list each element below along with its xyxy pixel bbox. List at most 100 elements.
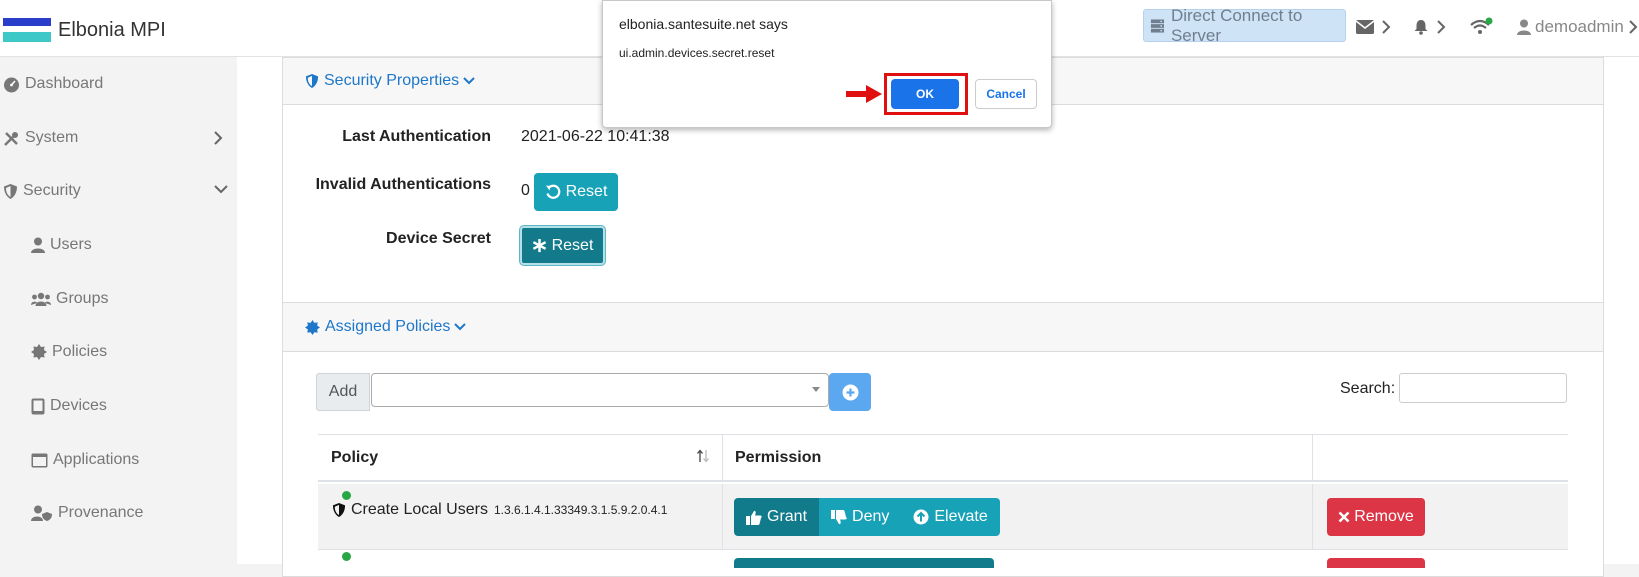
last-authentication-label: Last Authentication — [342, 128, 491, 145]
thumbs-down-icon — [831, 509, 847, 524]
bell-icon — [1414, 20, 1428, 35]
invalid-authentications-label: Invalid Authentications — [315, 176, 491, 193]
chevron-down-icon — [454, 323, 467, 331]
button-label: Grant — [767, 508, 808, 525]
server-icon — [1150, 18, 1165, 33]
close-icon — [1338, 511, 1350, 523]
undo-icon — [545, 184, 560, 199]
sidebar-item-groups[interactable]: Groups — [31, 290, 108, 308]
flag-logo — [3, 18, 51, 42]
cancel-button[interactable]: Cancel — [975, 79, 1037, 109]
sidebar-item-label: Applications — [53, 451, 140, 468]
certificate-icon — [31, 344, 47, 360]
red-arrow-annotation — [846, 85, 882, 103]
dashboard-icon — [4, 77, 19, 92]
sidebar-item-label: Dashboard — [25, 75, 104, 92]
policy-oid: 1.3.6.1.4.1.33349.3.1.5.9.2.0.4.1 — [493, 503, 668, 517]
chevron-right-icon — [1382, 20, 1391, 34]
chevron-right-icon — [1437, 20, 1446, 34]
button-label: Elevate — [934, 508, 988, 525]
column-label: Policy — [331, 448, 379, 466]
chevron-right-icon — [214, 131, 223, 145]
confirm-dialog: elbonia.santesuite.net says ui.admin.dev… — [602, 0, 1052, 128]
direct-connect-label: Direct Connect to Server — [1170, 5, 1303, 45]
button-label: Reset — [551, 236, 594, 254]
section-title: Assigned Policies — [325, 318, 451, 335]
column-header-actions — [1312, 434, 1568, 482]
sidebar-item-label: Devices — [50, 397, 107, 414]
user-shield-icon — [31, 505, 52, 521]
policy-cell: Create Local Users 1.3.6.1.4.1.33349.3.1… — [332, 501, 667, 519]
sidebar-item-label: System — [25, 129, 79, 146]
device-secret-label: Device Secret — [386, 230, 491, 247]
policy-name: Create Local Users — [351, 501, 488, 518]
sidebar-item-system[interactable]: System — [3, 129, 228, 147]
user-icon — [31, 237, 45, 253]
tools-icon — [4, 131, 18, 146]
column-header-policy[interactable]: Policy — [318, 434, 722, 482]
column-label: Permission — [735, 448, 822, 466]
plus-circle-icon — [842, 384, 858, 400]
brand[interactable]: Elbonia MPI — [3, 18, 166, 42]
sidebar-item-security[interactable]: Security — [3, 182, 228, 200]
button-label: Reset — [565, 183, 608, 200]
chevron-down-icon — [214, 185, 228, 194]
sidebar-item-dashboard[interactable]: Dashboard — [3, 75, 103, 93]
section-title: Security Properties — [324, 72, 460, 89]
wifi-icon — [1470, 17, 1493, 34]
sidebar-item-devices[interactable]: Devices — [31, 397, 107, 415]
notifications-menu[interactable] — [1413, 12, 1447, 42]
policy-select[interactable] — [371, 373, 829, 407]
permission-button-group: Grant Deny Elevate — [734, 498, 1000, 536]
invalid-authentications-value: 0 — [521, 182, 530, 199]
elevate-button[interactable]: Elevate — [901, 498, 1000, 536]
app-name: Elbonia MPI — [58, 18, 166, 41]
direct-connect-button[interactable]: Direct Connect to Server — [1143, 6, 1346, 45]
sidebar-item-applications[interactable]: Applications — [31, 451, 139, 469]
search-label: Search: — [1340, 380, 1396, 397]
arrow-circle-up-icon — [913, 509, 929, 525]
deny-button[interactable]: Deny — [819, 498, 902, 536]
sidebar-item-label: Provenance — [58, 504, 144, 521]
connection-status[interactable] — [1469, 12, 1493, 42]
column-header-permission[interactable]: Permission — [722, 434, 1312, 482]
add-policy-button[interactable] — [829, 373, 871, 411]
caret-down-icon — [812, 387, 820, 392]
sidebar-item-label: Security — [23, 182, 81, 199]
shield-icon — [305, 74, 319, 88]
button-label: Remove — [1354, 508, 1414, 525]
sidebar-item-users[interactable]: Users — [31, 236, 92, 254]
sidebar-item-label: Groups — [56, 290, 109, 307]
certificate-icon — [305, 319, 320, 335]
envelope-icon — [1356, 20, 1374, 34]
reset-invalid-auth-button[interactable]: Reset — [534, 173, 618, 211]
dialog-message: ui.admin.devices.secret.reset — [619, 46, 775, 60]
sidebar-item-provenance[interactable]: Provenance — [31, 504, 143, 522]
user-icon — [1517, 19, 1531, 35]
sidebar-item-label: Policies — [52, 343, 108, 360]
shield-icon — [4, 183, 17, 199]
thumbs-up-icon — [746, 510, 762, 525]
last-authentication-value: 2021-06-22 10:41:38 — [521, 128, 670, 145]
messages-menu[interactable] — [1356, 12, 1392, 42]
username: demoadmin — [1535, 17, 1624, 36]
active-status-dot — [342, 491, 351, 500]
remove-button[interactable]: Remove — [1327, 498, 1425, 536]
reset-device-secret-button[interactable]: Reset — [520, 226, 605, 265]
button-label: Deny — [852, 508, 890, 525]
assigned-policies-header[interactable]: Assigned Policies — [283, 302, 1603, 352]
search-input[interactable] — [1399, 373, 1567, 403]
ok-button[interactable]: OK — [891, 79, 959, 109]
grant-button[interactable]: Grant — [734, 498, 820, 536]
chevron-right-icon — [1629, 20, 1638, 34]
active-status-dot — [342, 552, 351, 561]
next-row-button-group[interactable] — [734, 558, 994, 568]
user-menu[interactable]: demoadmin — [1517, 12, 1638, 42]
dialog-title: elbonia.santesuite.net says — [619, 16, 788, 32]
sort-icon — [697, 449, 709, 463]
sidebar-item-policies[interactable]: Policies — [31, 343, 107, 361]
shield-icon — [332, 503, 346, 517]
asterisk-icon — [532, 238, 546, 253]
next-row-remove-button[interactable] — [1327, 558, 1425, 568]
sidebar-item-label: Users — [50, 236, 92, 253]
